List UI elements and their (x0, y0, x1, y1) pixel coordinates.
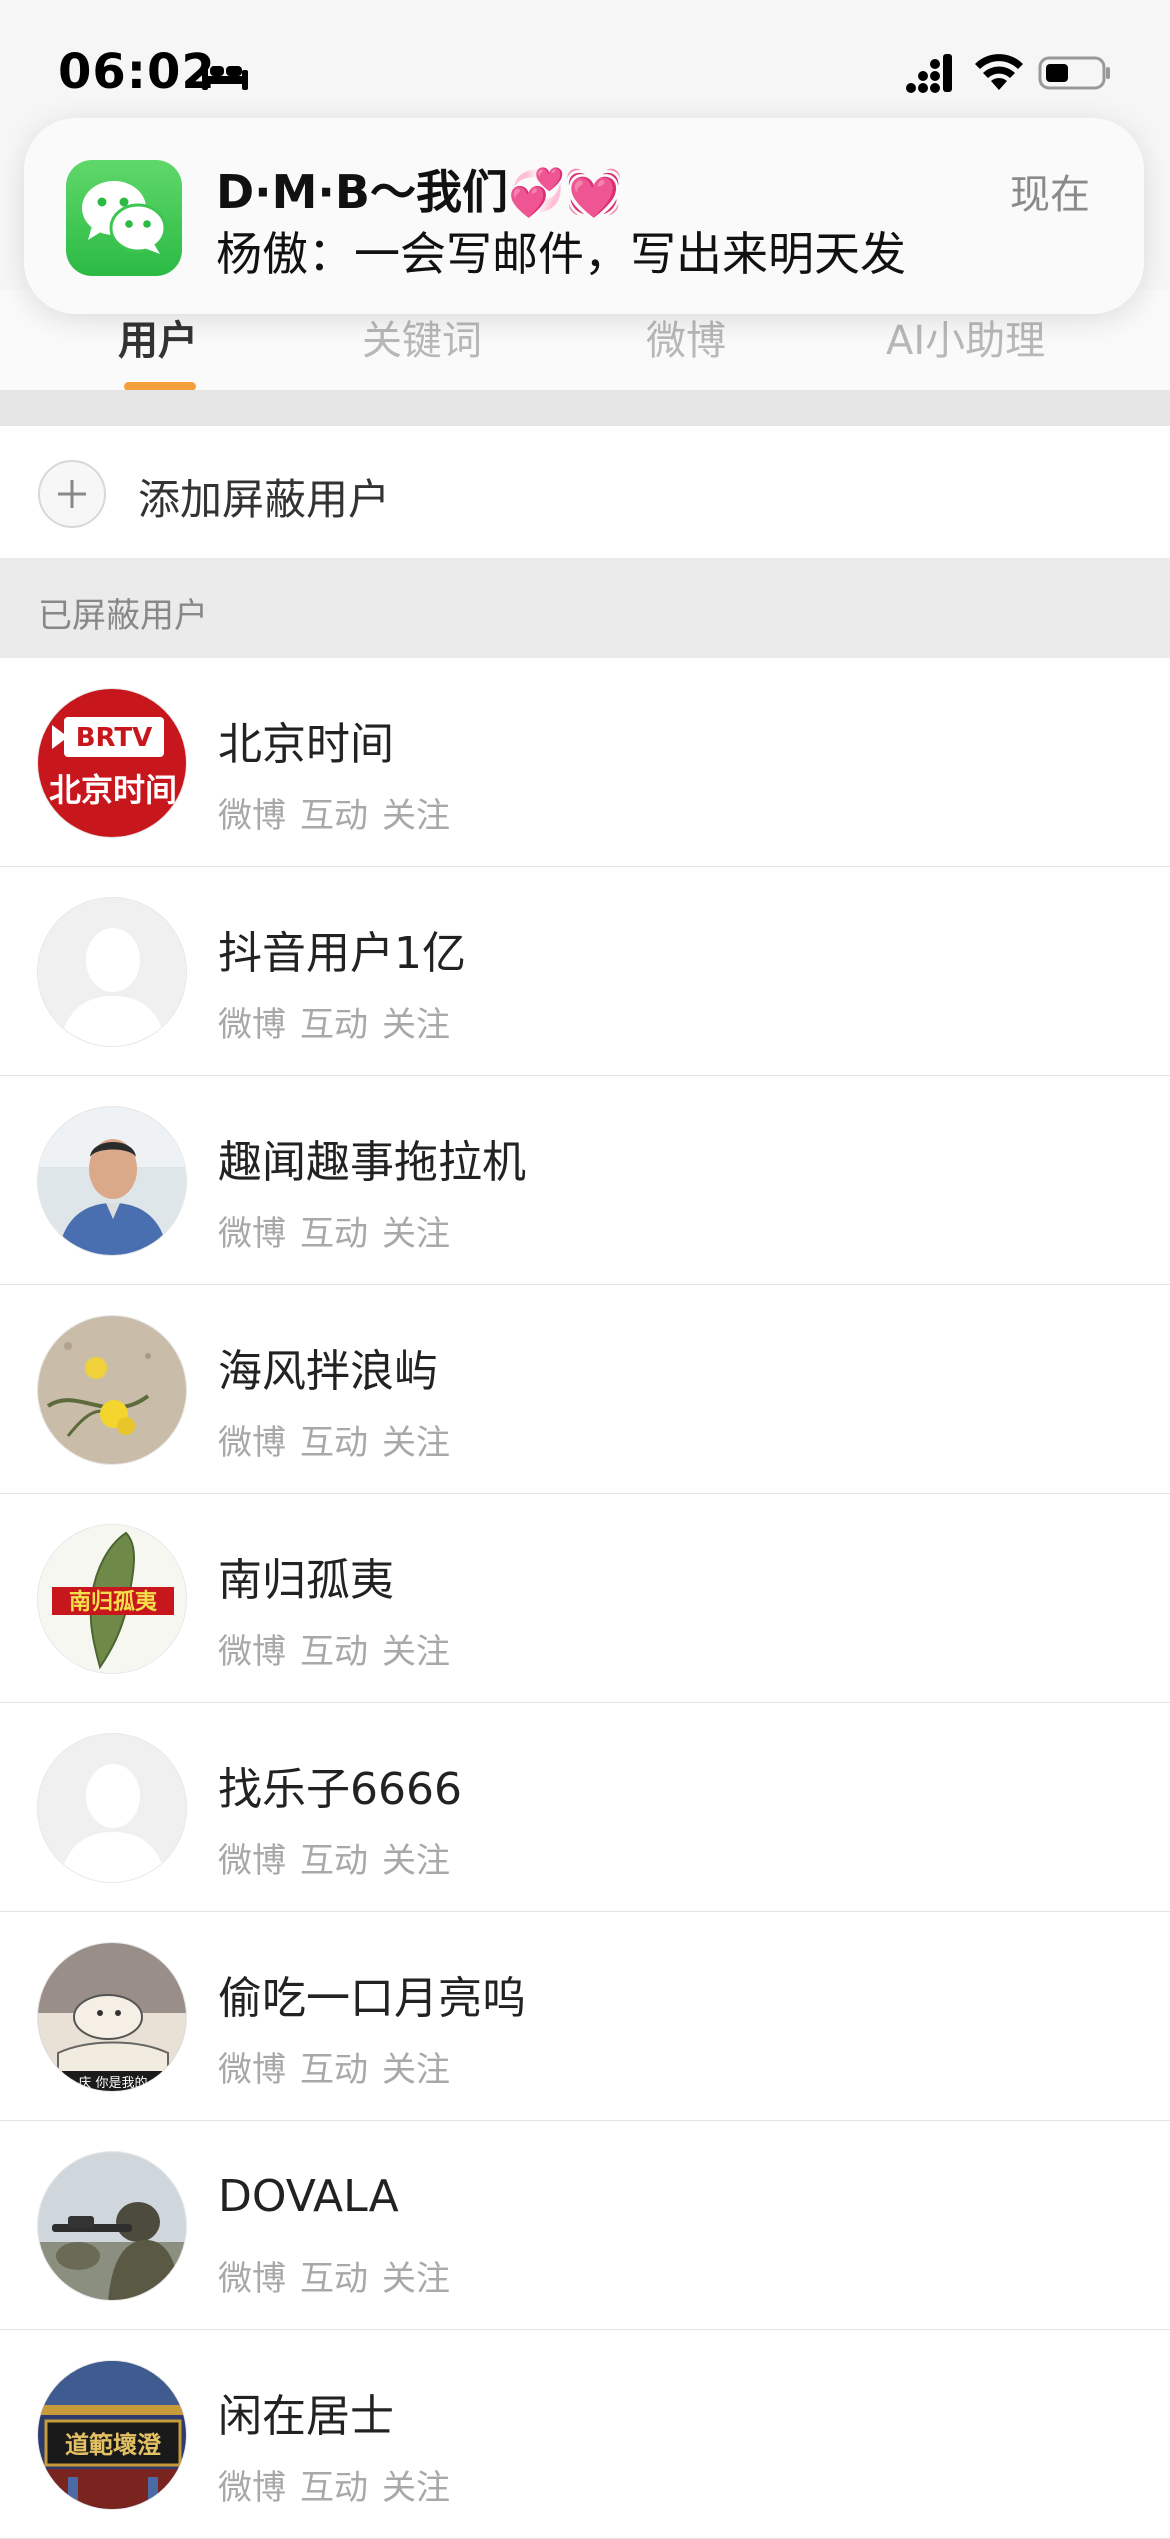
tag-weibo[interactable]: 微博 (218, 2468, 286, 2508)
tag-interaction[interactable]: 互动 (300, 796, 368, 836)
tag-follow[interactable]: 关注 (382, 1841, 450, 1881)
tag-weibo[interactable]: 微博 (218, 1632, 286, 1672)
list-item[interactable]: 道範壞澄 闲在居士 微博 互动 关注 (0, 2330, 1170, 2539)
tag-weibo[interactable]: 微博 (218, 796, 286, 836)
tag-weibo[interactable]: 微博 (218, 2050, 286, 2090)
list-item[interactable]: 趣闻趣事拖拉机 微博 互动 关注 (0, 1076, 1170, 1285)
user-name: DOVALA (218, 2171, 399, 2222)
user-tags: 微博 互动 关注 (218, 1624, 464, 1673)
tag-interaction[interactable]: 互动 (300, 2050, 368, 2090)
tag-follow[interactable]: 关注 (382, 1423, 450, 1463)
cartoon-caption-text: 庆 你是我的 (78, 2075, 147, 2091)
tag-interaction[interactable]: 互动 (300, 1005, 368, 1045)
plaque-text: 道範壞澄 (65, 2430, 162, 2459)
list-item[interactable]: 南归孤夷 南归孤夷 微博 互动 关注 (0, 1494, 1170, 1703)
avatar[interactable] (37, 2151, 187, 2301)
tag-follow[interactable]: 关注 (382, 1214, 450, 1254)
user-name: 海风拌浪屿 (218, 1346, 438, 1397)
person-photo-icon (38, 1107, 186, 1255)
cartoon-bed-icon: 庆 你是我的 (38, 1943, 186, 2091)
tab-keywords[interactable]: 关键词 (362, 308, 482, 366)
avatar[interactable]: 南归孤夷 (37, 1524, 187, 1674)
avatar[interactable]: 庆 你是我的 (37, 1942, 187, 2092)
default-avatar-icon (38, 898, 186, 1046)
user-tags: 微博 互动 关注 (218, 788, 464, 837)
tag-follow[interactable]: 关注 (382, 2259, 450, 2299)
notification-banner[interactable]: D·M·B～我们💞💓 杨傲：一会写邮件，写出来明天发 现在 (24, 118, 1144, 314)
list-item[interactable]: 找乐子6666 微博 互动 关注 (0, 1703, 1170, 1912)
sleep-bed-icon (202, 62, 248, 90)
tag-follow[interactable]: 关注 (382, 1005, 450, 1045)
tag-interaction[interactable]: 互动 (300, 1632, 368, 1672)
soldiers-photo-icon (38, 2152, 186, 2300)
user-tags: 微博 互动 关注 (218, 1415, 464, 1464)
tag-weibo[interactable]: 微博 (218, 1005, 286, 1045)
user-tags: 微博 互动 关注 (218, 1206, 464, 1255)
tabs-divider (0, 390, 1170, 426)
list-item[interactable]: DOVALA 微博 互动 关注 (0, 2121, 1170, 2330)
user-name: 找乐子6666 (218, 1764, 462, 1815)
battery-icon (1038, 56, 1110, 90)
user-name: 北京时间 (218, 719, 394, 770)
user-name: 趣闻趣事拖拉机 (218, 1137, 526, 1188)
default-avatar-icon (38, 1734, 186, 1882)
avatar[interactable] (37, 1106, 187, 1256)
notification-title: D·M·B～我们💞💓 (216, 165, 623, 219)
brtv-logo-icon: BRTV 北京时间 (38, 689, 186, 837)
plus-icon (38, 460, 106, 528)
brtv-text: BRTV (76, 723, 153, 753)
tag-interaction[interactable]: 互动 (300, 1214, 368, 1254)
user-tags: 微博 互动 关注 (218, 1833, 464, 1882)
user-tags: 微博 互动 关注 (218, 2042, 464, 2091)
list-item[interactable]: 海风拌浪屿 微博 互动 关注 (0, 1285, 1170, 1494)
tag-interaction[interactable]: 互动 (300, 1423, 368, 1463)
tag-weibo[interactable]: 微博 (218, 2259, 286, 2299)
avatar[interactable] (37, 1733, 187, 1883)
tag-interaction[interactable]: 互动 (300, 1841, 368, 1881)
wechat-icon (66, 160, 182, 276)
user-tags: 微博 互动 关注 (218, 2251, 464, 2300)
user-name: 偷吃一口月亮呜 (218, 1973, 526, 2024)
tag-follow[interactable]: 关注 (382, 2050, 450, 2090)
island-map-icon: 南归孤夷 (38, 1525, 186, 1673)
list-item[interactable]: BRTV 北京时间 北京时间 微博 互动 关注 (0, 658, 1170, 867)
island-label-text: 南归孤夷 (69, 1589, 158, 1615)
wifi-icon (975, 54, 1023, 90)
tag-weibo[interactable]: 微博 (218, 1841, 286, 1881)
cellular-signal-icon (906, 54, 952, 93)
avatar[interactable] (37, 897, 187, 1047)
temple-plaque-icon: 道範壞澄 (38, 2361, 186, 2509)
blocked-users-section-header: 已屏蔽用户 (0, 558, 1170, 658)
list-item[interactable]: 抖音用户1亿 微博 互动 关注 (0, 867, 1170, 1076)
section-title: 已屏蔽用户 (38, 596, 208, 636)
tag-weibo[interactable]: 微博 (218, 1423, 286, 1463)
tag-follow[interactable]: 关注 (382, 1632, 450, 1672)
user-tags: 微博 互动 关注 (218, 997, 464, 1046)
user-name: 闲在居士 (218, 2391, 394, 2442)
tab-users[interactable]: 用户 (118, 308, 198, 366)
tag-interaction[interactable]: 互动 (300, 2259, 368, 2299)
avatar[interactable]: 道範壞澄 (37, 2360, 187, 2510)
brtv-subtitle: 北京时间 (49, 771, 177, 809)
notification-body: 杨傲：一会写邮件，写出来明天发 (216, 227, 906, 281)
avatar[interactable]: BRTV 北京时间 (37, 688, 187, 838)
tag-weibo[interactable]: 微博 (218, 1214, 286, 1254)
tab-weibo[interactable]: 微博 (646, 308, 726, 366)
tag-follow[interactable]: 关注 (382, 2468, 450, 2508)
user-tags: 微博 互动 关注 (218, 2460, 464, 2509)
user-name: 南归孤夷 (218, 1555, 394, 1606)
tab-ai-assistant[interactable]: AI小助理 (886, 308, 1045, 366)
list-item[interactable]: 庆 你是我的 偷吃一口月亮呜 微博 互动 关注 (0, 1912, 1170, 2121)
add-blocked-user-button[interactable]: 添加屏蔽用户 (0, 426, 1170, 558)
flowers-on-sand-icon (38, 1316, 186, 1464)
blocked-user-list: BRTV 北京时间 北京时间 微博互动关注 抖音用户1亿 微博互动关注 (0, 658, 1170, 2539)
notification-time: 现在 (1010, 172, 1090, 218)
user-name: 抖音用户1亿 (218, 928, 466, 979)
tag-interaction[interactable]: 互动 (300, 2468, 368, 2508)
add-blocked-user-label: 添加屏蔽用户 (138, 475, 391, 524)
status-time: 06:02 (58, 44, 216, 100)
tag-follow[interactable]: 关注 (382, 796, 450, 836)
avatar[interactable] (37, 1315, 187, 1465)
